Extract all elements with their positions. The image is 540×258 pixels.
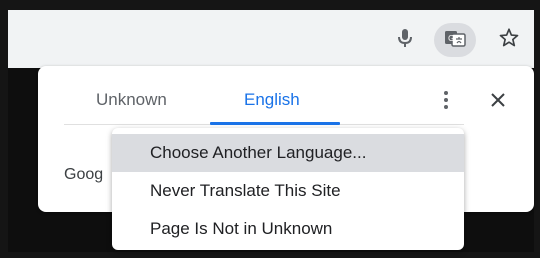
tab-english[interactable]: English [244,90,300,110]
menu-item-page-not-in-language[interactable]: Page Is Not in Unknown [112,210,464,248]
popup-body-text: Goog [64,166,104,183]
translate-icon: G [443,28,467,53]
menu-item-label: Never Translate This Site [150,181,341,200]
more-vert-icon [443,89,449,116]
more-options-button[interactable] [436,88,456,116]
microphone-button[interactable] [388,23,422,57]
browser-toolbar: G [8,10,534,68]
menu-item-label: Page Is Not in Unknown [150,219,333,238]
bookmark-star-button[interactable] [492,23,526,57]
translate-button[interactable]: G [434,23,476,57]
microphone-icon [396,27,414,54]
menu-item-choose-another-language[interactable]: Choose Another Language... [112,134,464,172]
tab-unknown-language[interactable]: Unknown [96,90,167,110]
close-popup-button[interactable] [484,88,512,116]
menu-item-label: Choose Another Language... [150,143,367,162]
active-tab-indicator [210,122,340,125]
translate-options-menu: Choose Another Language... Never Transla… [112,128,464,250]
menu-item-never-translate-site[interactable]: Never Translate This Site [112,172,464,210]
close-icon [490,92,506,113]
star-icon [498,27,520,54]
svg-text:G: G [448,34,454,43]
